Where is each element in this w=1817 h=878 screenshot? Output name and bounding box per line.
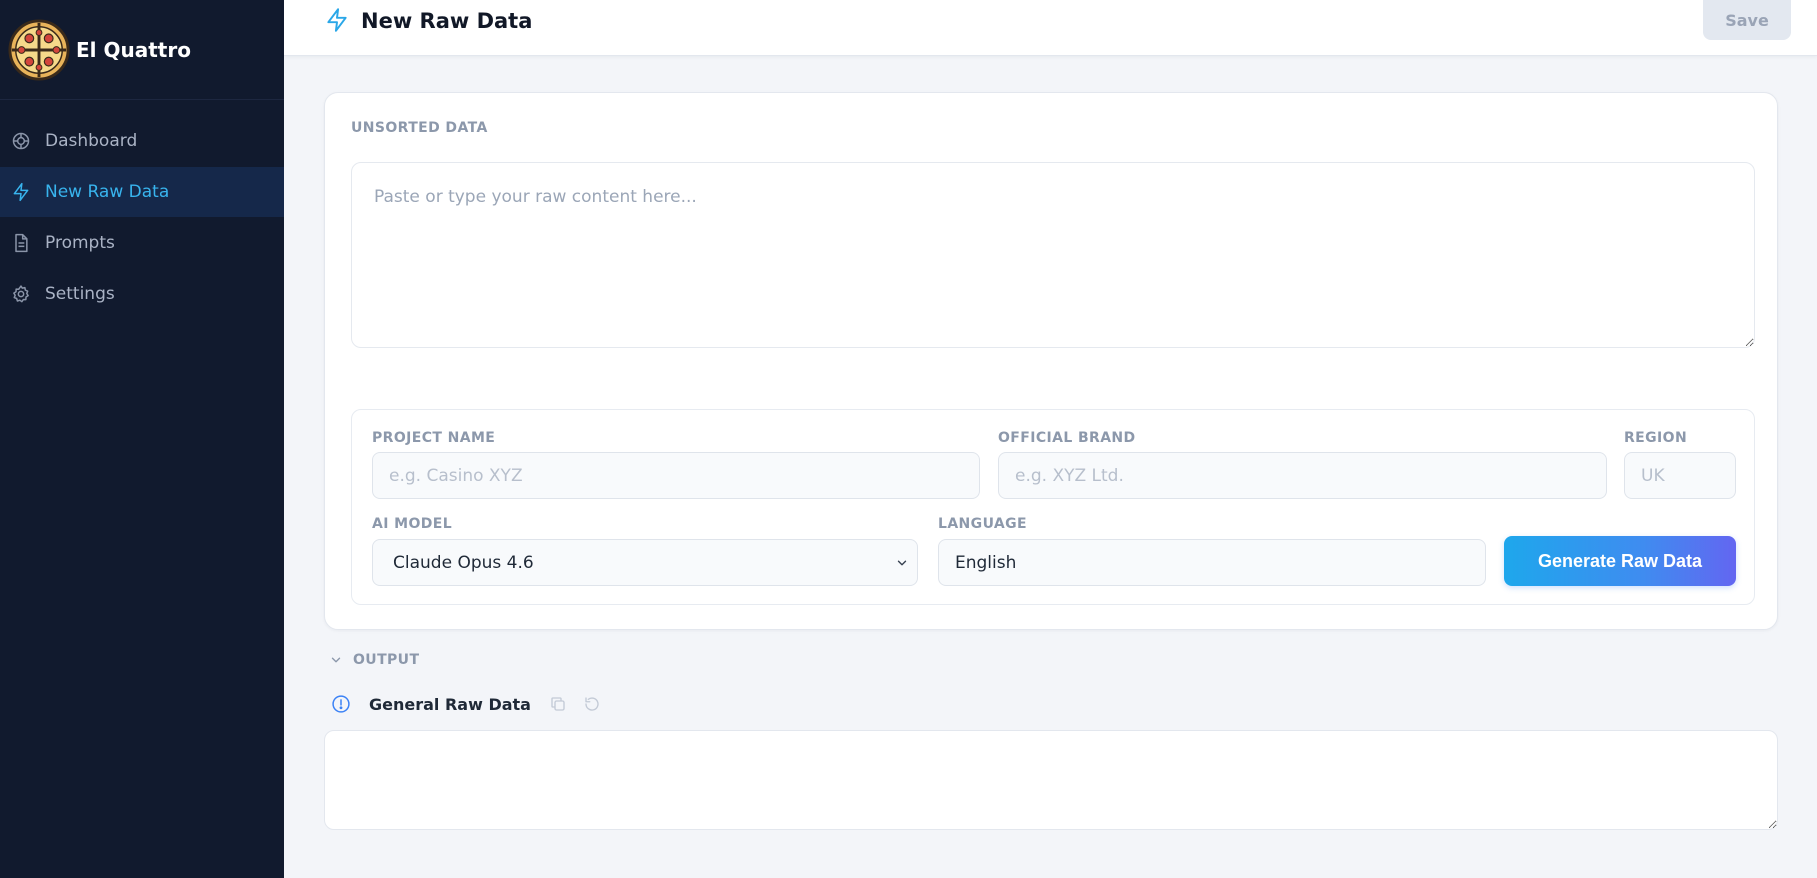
region-label: REGION	[1624, 430, 1688, 446]
save-button[interactable]: Save	[1703, 0, 1791, 40]
output-title: General Raw Data	[369, 694, 531, 714]
ai-model-select[interactable]: Claude Opus 4.6	[372, 539, 918, 586]
pizza-logo-icon	[8, 18, 70, 81]
unsorted-data-label: UNSORTED DATA	[351, 120, 488, 136]
language-input[interactable]	[938, 539, 1486, 586]
unsorted-data-textarea[interactable]	[351, 162, 1755, 348]
output-section-label: OUTPUT	[353, 652, 420, 668]
chevron-down-icon	[331, 657, 341, 663]
sidebar-item-new-raw-data[interactable]: New Raw Data	[0, 167, 284, 217]
ai-model-label: AI MODEL	[372, 516, 453, 532]
region-input[interactable]	[1624, 452, 1736, 499]
sidebar-nav: Dashboard New Raw Data Prompts Settings	[0, 116, 284, 319]
generate-raw-data-button[interactable]: Generate Raw Data	[1504, 536, 1736, 586]
sidebar-item-label: Prompts	[45, 233, 115, 253]
gear-icon	[10, 283, 32, 305]
official-brand-label: OFFICIAL BRAND	[998, 430, 1136, 446]
lightning-icon	[327, 8, 347, 32]
sidebar-item-label: New Raw Data	[45, 182, 170, 202]
ai-model-value: Claude Opus 4.6	[393, 552, 534, 573]
raw-data-card: UNSORTED DATA PROJECT NAME OFFICIAL BRAN…	[324, 92, 1778, 630]
sidebar-item-settings[interactable]: Settings	[0, 269, 284, 319]
chevron-down-icon	[897, 560, 907, 566]
app-name: El Quattro	[76, 37, 191, 62]
official-brand-input[interactable]	[998, 452, 1607, 499]
reset-icon[interactable]	[583, 695, 601, 713]
copy-icon[interactable]	[549, 695, 567, 713]
sidebar-item-dashboard[interactable]: Dashboard	[0, 116, 284, 166]
language-label: LANGUAGE	[938, 516, 1027, 532]
project-fields: PROJECT NAME OFFICIAL BRAND REGION AI MO…	[351, 409, 1755, 605]
project-name-input[interactable]	[372, 452, 980, 499]
project-name-label: PROJECT NAME	[372, 430, 496, 446]
sidebar-item-label: Dashboard	[45, 131, 138, 151]
output-section-toggle[interactable]: OUTPUT	[329, 652, 419, 668]
output-textarea[interactable]	[324, 730, 1778, 830]
brand[interactable]: El Quattro	[0, 0, 284, 100]
sidebar: El Quattro Dashboard New Raw Data Prompt…	[0, 0, 284, 878]
page-title: New Raw Data	[361, 9, 533, 33]
sidebar-item-prompts[interactable]: Prompts	[0, 218, 284, 268]
output-header: General Raw Data	[331, 693, 601, 715]
document-icon	[10, 232, 32, 254]
info-icon	[332, 695, 350, 713]
sidebar-item-label: Settings	[45, 284, 115, 304]
page-header: New Raw Data Save	[284, 0, 1817, 56]
dashboard-icon	[10, 130, 32, 152]
lightning-icon	[10, 181, 32, 203]
